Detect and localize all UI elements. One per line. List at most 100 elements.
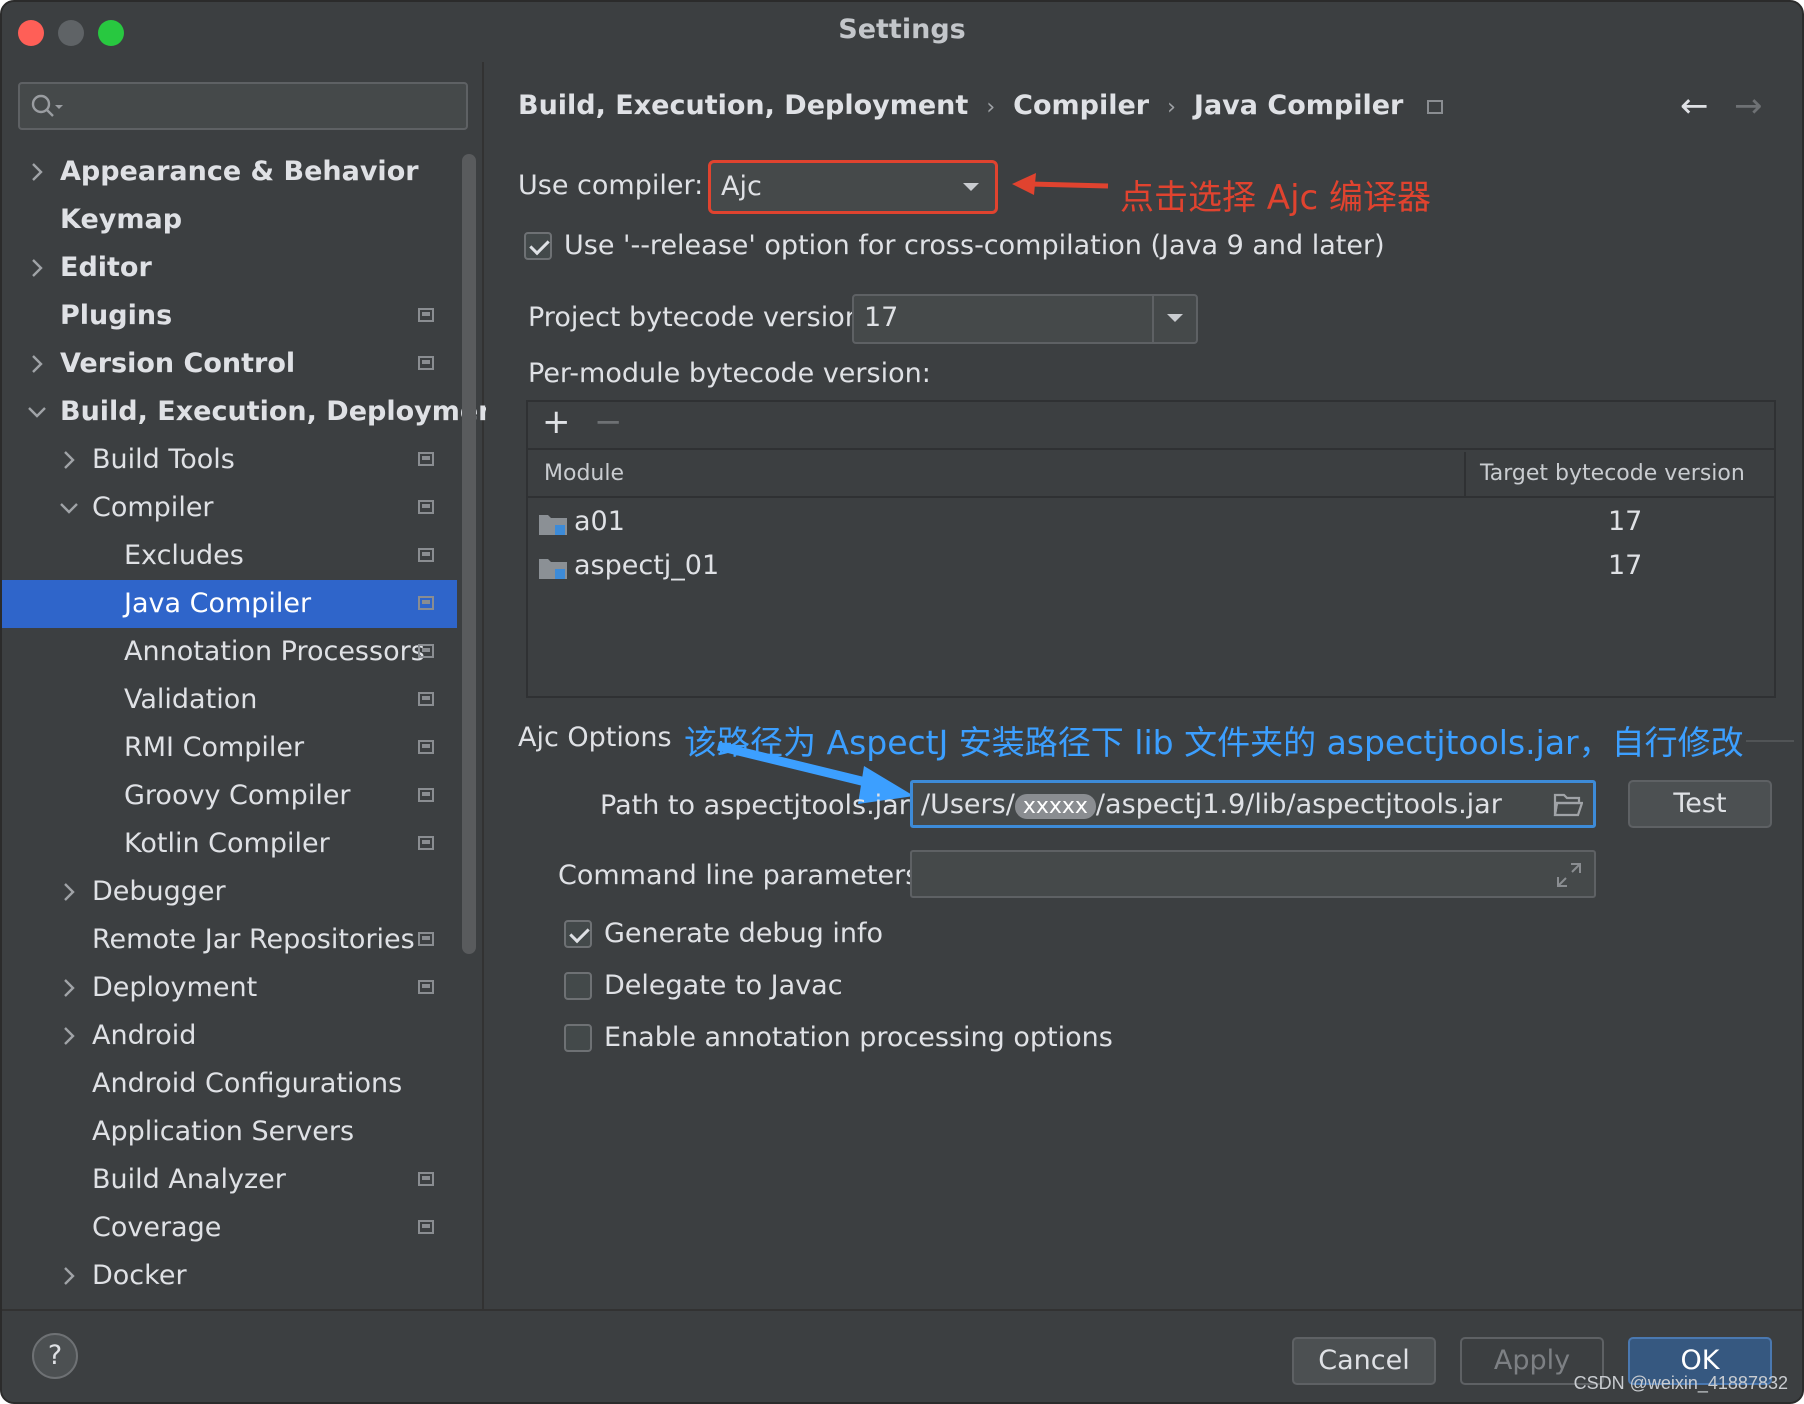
test-button[interactable]: Test: [1628, 780, 1772, 828]
project-scope-icon: [418, 692, 434, 706]
delegate-javac-checkbox[interactable]: [564, 972, 592, 1000]
sidebar-item[interactable]: Application Servers: [2, 1108, 457, 1156]
per-module-label: Per-module bytecode version:: [528, 358, 931, 389]
chevron-down-icon[interactable]: [26, 388, 50, 436]
title-bar: Settings: [2, 2, 1802, 62]
sidebar-item[interactable]: Android: [2, 1012, 457, 1060]
chevron-down-icon: [1152, 296, 1196, 342]
chevron-right-icon[interactable]: [26, 244, 50, 292]
sidebar-item[interactable]: Excludes: [2, 532, 457, 580]
chevron-right-icon[interactable]: [58, 868, 82, 916]
command-line-input[interactable]: [910, 850, 1596, 898]
sidebar-item-label: Groovy Compiler: [124, 780, 351, 811]
breadcrumb-separator: ›: [986, 95, 996, 120]
use-compiler-label: Use compiler:: [518, 170, 704, 201]
sidebar-item[interactable]: Debugger: [2, 868, 457, 916]
sidebar-item[interactable]: RMI Compiler: [2, 724, 457, 772]
chevron-right-icon[interactable]: [58, 436, 82, 484]
project-scope-icon: [418, 788, 434, 802]
ajc-options-section-title: Ajc Options: [518, 722, 672, 753]
settings-window: Settings Appearance & Behavior Keymap Edit…: [0, 0, 1804, 1404]
sidebar-item[interactable]: Deployment: [2, 964, 457, 1012]
chevron-right-icon[interactable]: [58, 1252, 82, 1300]
sidebar-item[interactable]: Editor: [2, 244, 457, 292]
dialog-footer: ? Cancel Apply OK: [2, 1309, 1802, 1402]
project-bytecode-value: 17: [864, 302, 899, 333]
sidebar-item[interactable]: Java Compiler: [2, 580, 457, 628]
sidebar-item[interactable]: Remote Jar Repositories: [2, 916, 457, 964]
aspectjtools-path-input[interactable]: /Users/xxxxx/aspectj1.9/lib/aspectjtools…: [910, 780, 1596, 828]
sidebar-scrollbar[interactable]: [462, 154, 476, 954]
sidebar-item[interactable]: Appearance & Behavior: [2, 148, 457, 196]
path-value: /Users/xxxxx/aspectj1.9/lib/aspectjtools…: [921, 789, 1502, 820]
sidebar-item[interactable]: Annotation Processors: [2, 628, 457, 676]
expand-icon[interactable]: [1556, 862, 1582, 888]
cancel-button[interactable]: Cancel: [1292, 1337, 1436, 1385]
use-compiler-value: Ajc: [721, 171, 762, 202]
breadcrumb-item-compiler: Compiler: [1013, 90, 1150, 121]
red-annotation-text: 点击选择 Ajc 编译器: [1120, 178, 1432, 218]
table-row[interactable]: a01 17: [528, 502, 1774, 546]
breadcrumb-item-java-compiler: Java Compiler: [1193, 90, 1404, 121]
sidebar-item-label: Docker: [92, 1260, 187, 1291]
release-option-checkbox[interactable]: [524, 232, 552, 260]
sidebar-item[interactable]: Android Configurations: [2, 1060, 457, 1108]
use-compiler-select[interactable]: Ajc: [708, 160, 998, 214]
sidebar-item-label: Excludes: [124, 540, 244, 571]
chevron-right-icon[interactable]: [58, 964, 82, 1012]
project-scope-icon: [418, 356, 434, 370]
sidebar-item[interactable]: Keymap: [2, 196, 457, 244]
sidebar-item[interactable]: Kotlin Compiler: [2, 820, 457, 868]
path-value-prefix: /Users/: [921, 789, 1015, 820]
settings-search-input[interactable]: [18, 82, 468, 130]
sidebar-item-label: Remote Jar Repositories: [92, 924, 415, 955]
sidebar-item[interactable]: Docker: [2, 1252, 457, 1300]
sidebar-item-label: Build, Execution, Deployment: [60, 396, 511, 427]
sidebar-item-label: Validation: [124, 684, 258, 715]
path-label: Path to aspectjtools.jar:: [600, 790, 919, 821]
sidebar-item[interactable]: Build, Execution, Deployment: [2, 388, 510, 436]
column-header-module[interactable]: Module: [544, 461, 624, 486]
add-icon[interactable]: +: [542, 402, 571, 442]
sidebar-item[interactable]: Version Control: [2, 340, 457, 388]
column-header-target-version[interactable]: Target bytecode version: [1480, 461, 1745, 486]
project-scope-icon: [418, 1220, 434, 1234]
forward-arrow-icon[interactable]: →: [1734, 86, 1763, 126]
sidebar-item[interactable]: Build Analyzer: [2, 1156, 457, 1204]
generate-debug-checkbox[interactable]: [564, 920, 592, 948]
sidebar-item[interactable]: Validation: [2, 676, 457, 724]
chevron-right-icon[interactable]: [26, 340, 50, 388]
chevron-right-icon[interactable]: [26, 148, 50, 196]
sidebar-item-label: Deployment: [92, 972, 258, 1003]
sidebar-item-label: Editor: [60, 252, 152, 283]
back-arrow-icon[interactable]: ←: [1680, 86, 1709, 126]
breadcrumb-separator: ›: [1167, 95, 1176, 120]
watermark: CSDN @weixin_41887832: [1573, 1373, 1788, 1393]
sidebar-item[interactable]: Compiler: [2, 484, 457, 532]
sidebar-item-label: Android: [92, 1020, 197, 1051]
help-button[interactable]: ?: [32, 1333, 78, 1379]
annotation-processing-checkbox[interactable]: [564, 1024, 592, 1052]
sidebar-item-label: Coverage: [92, 1212, 222, 1243]
sidebar-item-label: Application Servers: [92, 1116, 355, 1147]
sidebar-item[interactable]: Coverage: [2, 1204, 457, 1252]
chevron-down-icon[interactable]: [58, 484, 82, 532]
project-scope-icon: [418, 980, 434, 994]
table-row[interactable]: aspectj_01 17: [528, 546, 1774, 590]
sidebar-item[interactable]: Build Tools: [2, 436, 457, 484]
delegate-javac-label: Delegate to Javac: [604, 970, 843, 1001]
release-option-label: Use '--release' option for cross-compila…: [564, 230, 1385, 261]
folder-open-icon[interactable]: [1553, 791, 1583, 817]
sidebar-item-label: Android Configurations: [92, 1068, 403, 1099]
sidebar-item-label: Build Analyzer: [92, 1164, 286, 1195]
project-bytecode-select[interactable]: 17: [852, 294, 1198, 344]
sidebar-item-label: Version Control: [60, 348, 296, 379]
chevron-right-icon[interactable]: [58, 1012, 82, 1060]
column-divider: [1464, 452, 1466, 498]
remove-icon[interactable]: −: [594, 402, 623, 442]
sidebar-item[interactable]: Plugins: [2, 292, 457, 340]
sidebar-item[interactable]: Groovy Compiler: [2, 772, 457, 820]
settings-tree: Appearance & Behavior Keymap Editor Plugins…: [2, 148, 510, 1300]
sidebar-item-label: Debugger: [92, 876, 226, 907]
sidebar-item-label: Kotlin Compiler: [124, 828, 330, 859]
